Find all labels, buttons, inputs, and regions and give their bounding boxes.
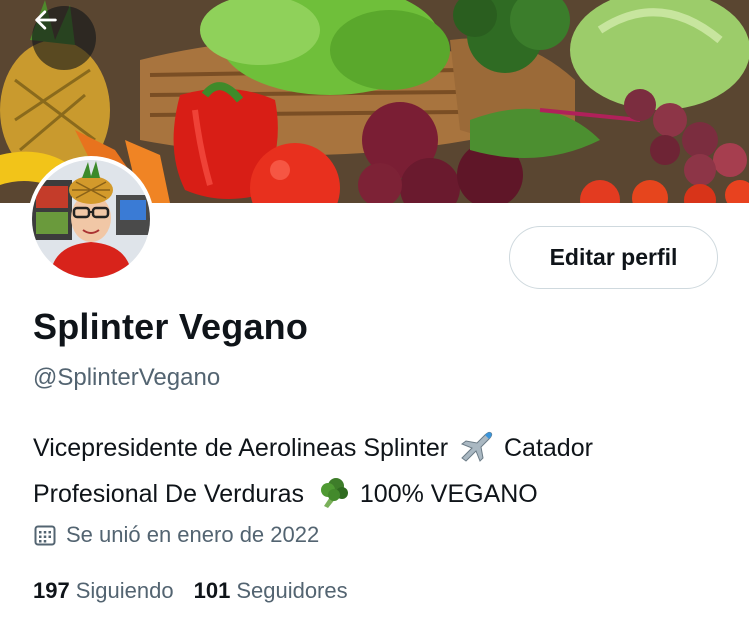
profile-stats: 197 Siguiendo 101 Seguidores — [33, 578, 348, 604]
back-arrow-icon — [35, 10, 57, 30]
avatar-image — [32, 160, 150, 278]
join-date: Se unió en enero de 2022 — [33, 522, 319, 548]
profile-bio: Vicepresidente de Aerolineas Splinter Ca… — [33, 428, 723, 520]
avatar[interactable] — [28, 156, 154, 282]
followers-link[interactable]: 101 Seguidores — [194, 578, 348, 604]
following-label: Siguiendo — [75, 578, 174, 603]
join-date-text: Se unió en enero de 2022 — [66, 522, 320, 547]
edit-profile-button[interactable]: Editar perfil — [509, 226, 718, 289]
airplane-icon — [458, 430, 494, 474]
followers-count: 101 — [193, 578, 231, 603]
bio-text-3: 100% VEGANO — [359, 480, 538, 508]
bio-text-1: Vicepresidente de Aerolineas Splinter — [33, 434, 449, 462]
broccoli-icon — [314, 476, 350, 520]
following-link[interactable]: 197 Siguiendo — [33, 578, 174, 604]
calendar-icon — [34, 525, 56, 546]
following-count: 197 — [33, 578, 70, 603]
back-button[interactable] — [32, 6, 96, 70]
display-name: Splinter Vegano — [33, 306, 309, 347]
followers-label: Seguidores — [236, 578, 348, 603]
username-handle: @SplinterVegano — [33, 364, 221, 391]
